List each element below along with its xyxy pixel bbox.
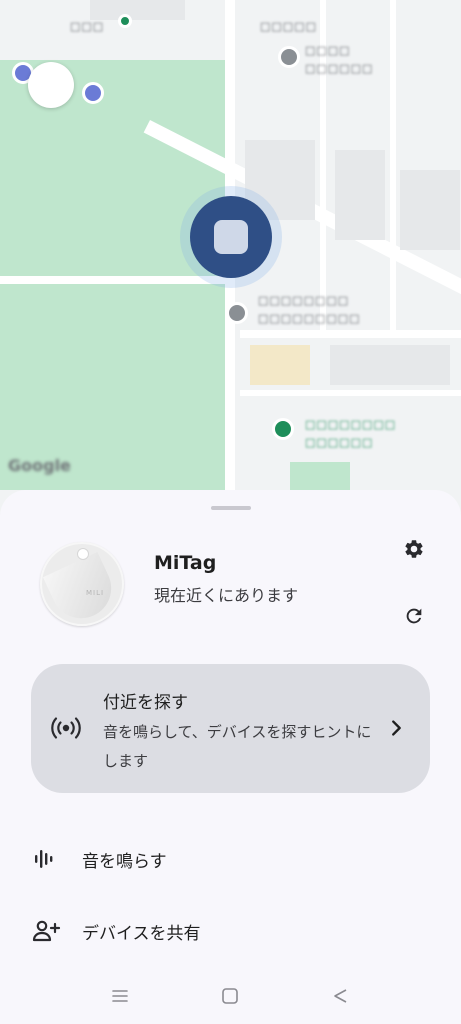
map-label: □□□: [70, 20, 105, 33]
device-bottom-sheet: MILI MiTag 現在近くにあります 付近を探す 音を鳴らして、デバイスを探…: [0, 490, 461, 968]
device-image-hole: [77, 548, 89, 560]
map-label: □□□□: [305, 44, 351, 57]
gear-icon: [405, 540, 423, 558]
map-label: □□□□□: [260, 20, 317, 33]
map-label: □□□□□□□□: [305, 418, 397, 431]
drag-handle[interactable]: [211, 506, 251, 510]
poi-marker[interactable]: [118, 14, 132, 28]
building: [335, 150, 385, 240]
road: [390, 0, 396, 330]
park-area-small: [290, 462, 350, 492]
refresh-icon: [406, 608, 422, 624]
map-view[interactable]: □□□ □□□□□ □□□□ □□□□□□ □□□□□□□□ □□□□□□□□□…: [0, 0, 461, 520]
user-location-marker[interactable]: [28, 62, 74, 108]
device-marker-icon: [214, 220, 248, 254]
system-nav-bar: [0, 968, 461, 1024]
map-label: □□□□□□□□□: [258, 312, 361, 325]
poi-marker[interactable]: [226, 302, 248, 324]
settings-button[interactable]: [398, 533, 430, 565]
play-sound-row[interactable]: 音を鳴らす: [0, 831, 461, 887]
nav-home-button[interactable]: [218, 984, 242, 1008]
device-location-marker[interactable]: [190, 196, 272, 278]
find-nearby-description: 音を鳴らして、デバイスを探すヒントにします: [103, 723, 372, 770]
building: [250, 345, 310, 385]
road: [240, 330, 461, 338]
building: [330, 345, 450, 385]
road: [240, 390, 461, 396]
poi-marker[interactable]: [278, 46, 300, 68]
find-nearby-title: 付近を探す: [103, 693, 188, 713]
sound-wave-icon: [35, 850, 53, 868]
chevron-right-icon: [392, 720, 401, 736]
building: [400, 170, 460, 250]
back-triangle-icon: [334, 989, 347, 1003]
refresh-button[interactable]: [398, 600, 430, 632]
device-image: MILI: [40, 542, 124, 629]
find-nearby-card[interactable]: 付近を探す 音を鳴らして、デバイスを探すヒントにします: [31, 664, 430, 793]
device-status: 現在近くにあります: [154, 586, 299, 605]
building: [90, 0, 185, 20]
device-name: MiTag: [154, 552, 217, 574]
person-add-icon: [32, 920, 61, 942]
poi-marker[interactable]: [272, 418, 294, 440]
nav-back-button[interactable]: [328, 984, 352, 1008]
map-label: □□□□□□: [305, 436, 374, 449]
signal-icon: [51, 717, 81, 739]
share-device-label: デバイスを共有: [82, 924, 201, 944]
home-square-icon: [222, 988, 238, 1004]
device-image-sheen: [42, 551, 122, 629]
road: [0, 276, 230, 284]
nav-menu-button[interactable]: [108, 984, 132, 1008]
device-brand-logo: MILI: [86, 589, 105, 597]
map-label: □□□□□□: [305, 62, 374, 75]
menu-icon: [112, 990, 128, 1002]
google-attribution: Google: [8, 456, 71, 475]
poi-marker[interactable]: [82, 82, 104, 104]
share-device-row[interactable]: デバイスを共有: [0, 903, 461, 959]
park-area: [0, 60, 225, 490]
play-sound-label: 音を鳴らす: [82, 852, 167, 872]
map-label: □□□□□□□□: [258, 294, 350, 307]
